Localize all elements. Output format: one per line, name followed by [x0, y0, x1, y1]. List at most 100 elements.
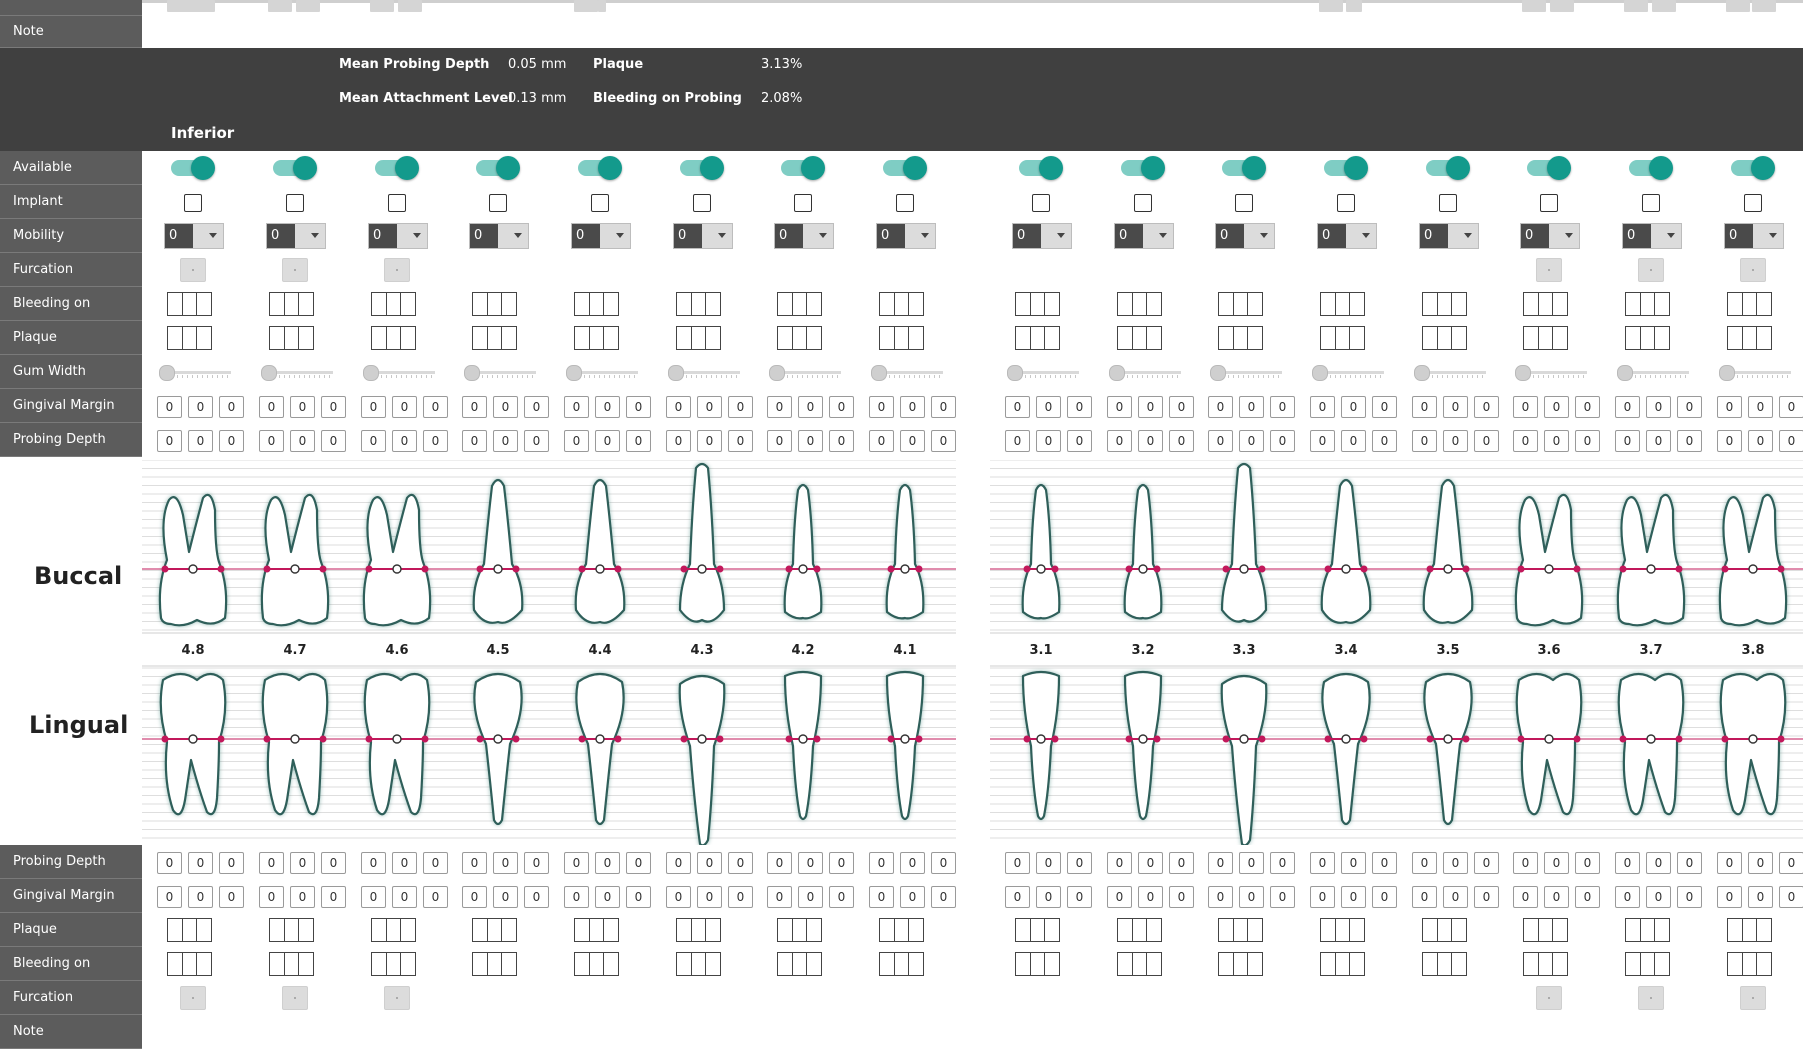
implant-checkbox[interactable] — [1439, 194, 1457, 212]
gum-width-slider[interactable] — [1719, 364, 1791, 381]
measure-input[interactable]: 0 — [931, 852, 956, 874]
measure-input[interactable]: 0 — [392, 430, 417, 452]
site-cell[interactable] — [1349, 918, 1365, 942]
site-cell[interactable] — [400, 292, 416, 316]
measure-input[interactable]: 0 — [900, 430, 925, 452]
measure-input[interactable]: 0 — [1036, 396, 1061, 418]
site-cell[interactable] — [196, 326, 212, 350]
site-cell[interactable] — [1349, 952, 1365, 976]
site-cell[interactable] — [1654, 292, 1670, 316]
implant-checkbox[interactable] — [1032, 194, 1050, 212]
available-toggle[interactable] — [1731, 156, 1775, 180]
site-cell[interactable] — [1451, 918, 1467, 942]
available-toggle[interactable] — [476, 156, 520, 180]
measure-input[interactable]: 0 — [1412, 852, 1437, 874]
measure-input[interactable]: 0 — [259, 852, 284, 874]
site-cell[interactable] — [298, 326, 314, 350]
measure-input[interactable]: 0 — [1067, 852, 1092, 874]
available-toggle[interactable] — [578, 156, 622, 180]
site-cell[interactable] — [603, 952, 619, 976]
measure-input[interactable]: 0 — [728, 396, 753, 418]
measure-input[interactable]: 0 — [1208, 430, 1233, 452]
site-cell[interactable] — [705, 918, 721, 942]
measure-input[interactable]: 0 — [157, 852, 182, 874]
measure-input[interactable]: 0 — [931, 886, 956, 908]
mobility-select[interactable]: 0 — [876, 223, 936, 249]
site-cell[interactable] — [1756, 292, 1772, 316]
furcation-button[interactable] — [180, 258, 206, 282]
measure-input[interactable]: 0 — [188, 396, 213, 418]
measure-input[interactable]: 0 — [1544, 852, 1569, 874]
measure-input[interactable]: 0 — [595, 430, 620, 452]
mobility-select[interactable]: 0 — [1012, 223, 1072, 249]
measure-input[interactable]: 0 — [423, 430, 448, 452]
site-cell[interactable] — [501, 326, 517, 350]
measure-input[interactable]: 0 — [1067, 886, 1092, 908]
gum-width-slider[interactable] — [1414, 364, 1486, 381]
site-cell[interactable] — [1756, 326, 1772, 350]
implant-checkbox[interactable] — [1744, 194, 1762, 212]
measure-input[interactable]: 0 — [1270, 396, 1295, 418]
measure-input[interactable]: 0 — [321, 396, 346, 418]
measure-input[interactable]: 0 — [1208, 886, 1233, 908]
site-cell[interactable] — [400, 326, 416, 350]
measure-input[interactable]: 0 — [392, 886, 417, 908]
measure-input[interactable]: 0 — [1779, 396, 1803, 418]
measure-input[interactable]: 0 — [1239, 430, 1264, 452]
implant-checkbox[interactable] — [693, 194, 711, 212]
implant-checkbox[interactable] — [1642, 194, 1660, 212]
site-cell[interactable] — [1349, 292, 1365, 316]
implant-checkbox[interactable] — [184, 194, 202, 212]
measure-input[interactable]: 0 — [1036, 852, 1061, 874]
site-cell[interactable] — [1146, 918, 1162, 942]
measure-input[interactable]: 0 — [1169, 430, 1194, 452]
implant-checkbox[interactable] — [1235, 194, 1253, 212]
site-cell[interactable] — [1451, 326, 1467, 350]
mobility-select[interactable]: 0 — [469, 223, 529, 249]
site-cell[interactable] — [603, 326, 619, 350]
measure-input[interactable]: 0 — [666, 396, 691, 418]
site-cell[interactable] — [908, 952, 924, 976]
mobility-select[interactable]: 0 — [1622, 223, 1682, 249]
available-toggle[interactable] — [273, 156, 317, 180]
measure-input[interactable]: 0 — [1372, 396, 1397, 418]
measure-input[interactable]: 0 — [1474, 886, 1499, 908]
measure-input[interactable]: 0 — [392, 852, 417, 874]
measure-input[interactable]: 0 — [1513, 396, 1538, 418]
site-cell[interactable] — [298, 292, 314, 316]
site-cell[interactable] — [1654, 918, 1670, 942]
site-cell[interactable] — [806, 952, 822, 976]
measure-input[interactable]: 0 — [798, 886, 823, 908]
measure-input[interactable]: 0 — [462, 886, 487, 908]
measure-input[interactable]: 0 — [1779, 430, 1803, 452]
measure-input[interactable]: 0 — [1341, 886, 1366, 908]
available-toggle[interactable] — [1426, 156, 1470, 180]
available-toggle[interactable] — [1019, 156, 1063, 180]
mobility-select[interactable]: 0 — [1520, 223, 1580, 249]
measure-input[interactable]: 0 — [798, 852, 823, 874]
measure-input[interactable]: 0 — [219, 852, 244, 874]
gum-width-slider[interactable] — [261, 364, 333, 381]
measure-input[interactable]: 0 — [1372, 886, 1397, 908]
gum-width-slider[interactable] — [464, 364, 536, 381]
site-cell[interactable] — [1756, 918, 1772, 942]
implant-checkbox[interactable] — [794, 194, 812, 212]
measure-input[interactable]: 0 — [1270, 430, 1295, 452]
furcation-button[interactable] — [1740, 986, 1766, 1010]
site-cell[interactable] — [298, 952, 314, 976]
measure-input[interactable]: 0 — [157, 396, 182, 418]
measure-input[interactable]: 0 — [1310, 886, 1335, 908]
available-toggle[interactable] — [171, 156, 215, 180]
gum-width-slider[interactable] — [871, 364, 943, 381]
measure-input[interactable]: 0 — [219, 396, 244, 418]
measure-input[interactable]: 0 — [1310, 852, 1335, 874]
gum-width-slider[interactable] — [1617, 364, 1689, 381]
measure-input[interactable]: 0 — [728, 886, 753, 908]
measure-input[interactable]: 0 — [1474, 852, 1499, 874]
gum-width-slider[interactable] — [1210, 364, 1282, 381]
measure-input[interactable]: 0 — [1067, 430, 1092, 452]
measure-input[interactable]: 0 — [900, 852, 925, 874]
measure-input[interactable]: 0 — [767, 886, 792, 908]
measure-input[interactable]: 0 — [219, 430, 244, 452]
site-cell[interactable] — [1451, 952, 1467, 976]
